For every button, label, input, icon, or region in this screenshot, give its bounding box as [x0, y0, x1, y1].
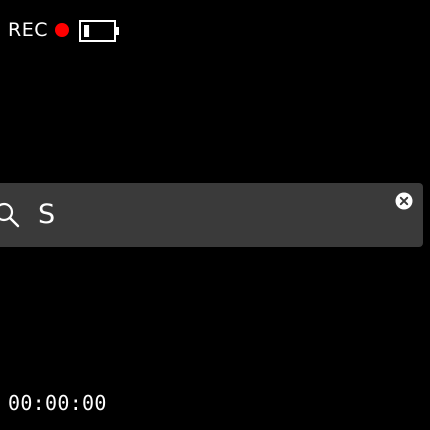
search-input[interactable]: S: [38, 197, 55, 233]
battery-low-icon: [79, 20, 119, 42]
record-dot-icon: [54, 23, 69, 37]
search-icon: [0, 202, 20, 228]
rec-label: REC: [8, 19, 48, 41]
search-bar[interactable]: S: [0, 183, 423, 247]
recording-timecode: 00:00:00: [8, 391, 107, 415]
close-circle-icon[interactable]: [395, 192, 413, 210]
battery-level-fill: [84, 25, 90, 37]
recording-indicator: REC: [8, 18, 70, 42]
camera-viewfinder: REC S 00:00:00: [0, 0, 430, 430]
